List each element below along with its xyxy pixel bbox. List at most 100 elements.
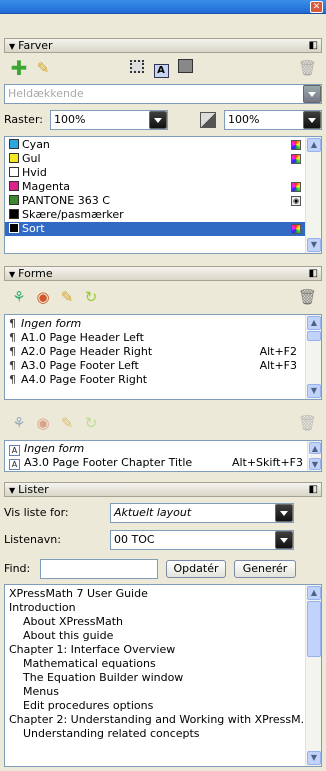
collapse-arrow-icon[interactable]: ▼ xyxy=(9,270,15,279)
duplicate-style-icon[interactable]: ◉ xyxy=(34,288,52,306)
scroll-down-icon[interactable]: ▼ xyxy=(307,238,321,252)
shade-icon[interactable] xyxy=(200,112,216,128)
update-button[interactable]: Opdatér xyxy=(166,560,226,578)
color-item-registration[interactable]: Skære/pasmærker xyxy=(5,208,321,222)
list-item[interactable]: Chapter 2: Understanding and Working wit… xyxy=(5,713,321,727)
colors-toolbar: ✚ ✎ A 🗑 xyxy=(4,55,322,81)
scroll-down-icon[interactable]: ▼ xyxy=(309,458,321,470)
find-input[interactable] xyxy=(40,559,158,579)
panel-menu-icon[interactable]: ◧ xyxy=(309,483,318,496)
list-item[interactable]: About this guide xyxy=(5,629,321,643)
close-icon[interactable]: ✕ xyxy=(310,1,323,13)
collapse-arrow-icon[interactable]: ▼ xyxy=(9,42,15,51)
frame-color-icon[interactable] xyxy=(128,59,146,77)
raster2-value: 100% xyxy=(228,113,260,126)
paragraph-style-item[interactable]: ¶ Ingen form xyxy=(5,317,321,331)
scroll-down-icon[interactable]: ▼ xyxy=(307,384,321,398)
raster-row: Raster: 100% 100% xyxy=(4,110,322,130)
list-name-label: Listenavn: xyxy=(4,533,61,546)
text-color-icon[interactable]: A xyxy=(152,59,170,78)
fill-style-dropdown[interactable]: Heldækkende xyxy=(4,84,322,104)
scroll-up-icon[interactable]: ▲ xyxy=(307,138,321,152)
list-item[interactable]: About XPressMath xyxy=(5,615,321,629)
spot-color-icon: ◉ xyxy=(291,196,301,206)
list-item[interactable]: Chapter 1: Interface Overview xyxy=(5,643,321,657)
update-style-icon[interactable]: ↻ xyxy=(82,414,100,432)
colors-panel-header[interactable]: ▼ Farver ◧ xyxy=(4,38,322,53)
chevron-down-icon[interactable] xyxy=(303,85,321,103)
rgb-model-icon xyxy=(291,224,301,234)
paragraph-icon: ¶ xyxy=(9,317,16,330)
panel-menu-icon[interactable]: ◧ xyxy=(309,39,318,52)
lists-panel-header[interactable]: ▼ Lister ◧ xyxy=(4,482,322,497)
scroll-up-icon[interactable]: ▲ xyxy=(307,316,321,330)
color-item-magenta[interactable]: Magenta xyxy=(5,180,321,194)
paragraph-style-item[interactable]: ¶ A4.0 Page Footer Right xyxy=(5,373,321,387)
color-item-hvid[interactable]: Hvid xyxy=(5,166,321,180)
generate-button[interactable]: Generér xyxy=(234,560,296,578)
list-item[interactable]: Edit procedures options xyxy=(5,699,321,713)
toc-list: XPressMath 7 User Guide Introduction Abo… xyxy=(4,584,322,767)
new-color-icon[interactable]: ✚ xyxy=(10,58,28,78)
raster-value: 100% xyxy=(54,113,86,126)
list-name-value: 00 TOC xyxy=(114,533,155,546)
styles-panel-title: Forme xyxy=(18,267,53,280)
show-list-label: Vis liste for: xyxy=(4,506,69,519)
delete-trash-icon[interactable]: 🗑 xyxy=(298,414,317,432)
raster-label: Raster: xyxy=(4,113,43,126)
show-list-dropdown[interactable]: Aktuelt layout xyxy=(110,503,294,523)
paragraph-icon: ¶ xyxy=(9,359,16,372)
chevron-down-icon[interactable] xyxy=(275,531,293,549)
character-style-item[interactable]: A A3.0 Page Footer Chapter Title Alt+Skift… xyxy=(5,456,321,470)
colors-panel-title: Farver xyxy=(18,39,53,52)
raster2-dropdown[interactable]: 100% xyxy=(224,110,322,130)
edit-pencil-icon[interactable]: ✎ xyxy=(58,414,76,432)
chevron-down-icon[interactable] xyxy=(275,504,293,522)
character-style-item[interactable]: A Ingen form xyxy=(5,442,321,456)
collapse-arrow-icon[interactable]: ▼ xyxy=(9,486,15,495)
colors-scrollbar[interactable]: ▲ ▼ xyxy=(305,137,321,253)
paragraph-styles-scrollbar[interactable]: ▲ ▼ xyxy=(305,315,321,399)
new-style-icon[interactable]: ⚘ xyxy=(10,414,28,432)
scroll-thumb[interactable] xyxy=(307,601,321,657)
swatch-icon xyxy=(9,153,19,163)
color-item-gul[interactable]: Gul xyxy=(5,152,321,166)
character-styles-scrollbar[interactable]: ▲ ▼ xyxy=(307,441,321,471)
list-item[interactable]: Menus xyxy=(5,685,321,699)
toc-scrollbar[interactable]: ▲ ▼ xyxy=(305,585,321,766)
list-item[interactable]: The Equation Builder window xyxy=(5,671,321,685)
paragraph-style-item[interactable]: ¶ A1.0 Page Header Left xyxy=(5,331,321,345)
color-item-sort[interactable]: Sort xyxy=(5,222,321,236)
scroll-down-icon[interactable]: ▼ xyxy=(307,751,321,765)
duplicate-style-icon[interactable]: ◉ xyxy=(34,414,52,432)
list-item[interactable]: Understanding related concepts xyxy=(5,727,321,741)
edit-pencil-icon[interactable]: ✎ xyxy=(58,288,76,306)
color-item-pantone[interactable]: PANTONE 363 C ◉ xyxy=(5,194,321,208)
colors-list: Cyan Gul Hvid Magenta PANTONE 363 C ◉ Skæ… xyxy=(4,136,322,254)
swatch-icon xyxy=(9,139,19,149)
chevron-down-icon[interactable] xyxy=(303,111,321,129)
paragraph-style-item[interactable]: ¶ A3.0 Page Footer Left Alt+F3 xyxy=(5,359,321,373)
list-item[interactable]: Introduction xyxy=(5,601,321,615)
list-name-dropdown[interactable]: 00 TOC xyxy=(110,530,294,550)
swatch-icon xyxy=(9,195,19,205)
character-style-icon: A xyxy=(9,445,20,456)
scroll-up-icon[interactable]: ▲ xyxy=(309,442,321,454)
paragraph-style-item[interactable]: ¶ A2.0 Page Header Right Alt+F2 xyxy=(5,345,321,359)
raster-dropdown[interactable]: 100% xyxy=(50,110,168,130)
panel-menu-icon[interactable]: ◧ xyxy=(309,267,318,280)
edit-pencil-icon[interactable]: ✎ xyxy=(34,59,52,77)
scroll-up-icon[interactable]: ▲ xyxy=(307,586,321,600)
scroll-thumb[interactable] xyxy=(307,331,321,341)
update-style-icon[interactable]: ↻ xyxy=(82,288,100,306)
rgb-model-icon xyxy=(291,140,301,150)
background-color-icon[interactable] xyxy=(176,59,194,77)
new-style-icon[interactable]: ⚘ xyxy=(10,288,28,306)
color-item-cyan[interactable]: Cyan xyxy=(5,138,321,152)
delete-trash-icon[interactable]: 🗑 xyxy=(298,288,317,306)
chevron-down-icon[interactable] xyxy=(149,111,167,129)
list-item[interactable]: Mathematical equations xyxy=(5,657,321,671)
delete-trash-icon[interactable]: 🗑 xyxy=(298,59,317,77)
list-item[interactable]: XPressMath 7 User Guide xyxy=(5,587,321,601)
styles-panel-header[interactable]: ▼ Forme ◧ xyxy=(4,266,322,281)
